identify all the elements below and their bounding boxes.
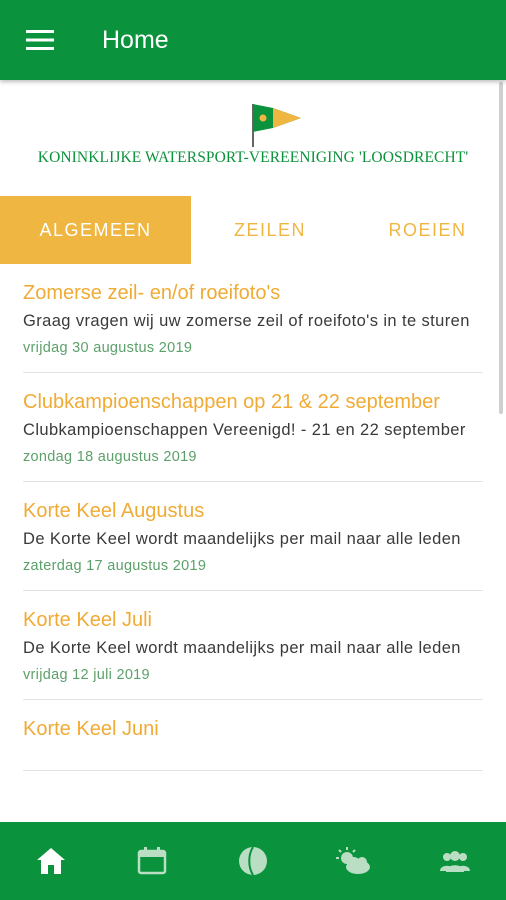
tab-zeilen[interactable]: ZEILEN bbox=[191, 196, 349, 264]
news-item[interactable]: Zomerse zeil- en/of roeifoto's Graag vra… bbox=[23, 264, 483, 373]
news-summary: De Korte Keel wordt maandelijks per mail… bbox=[23, 530, 461, 548]
tab-algemeen[interactable]: ALGEMEEN bbox=[0, 196, 191, 264]
ball-icon bbox=[238, 846, 267, 876]
main-content[interactable]: KONINKLIJKE WATERSPORT-VEREENIGING 'LOOS… bbox=[0, 80, 506, 822]
club-name: KONINKLIJKE WATERSPORT-VEREENIGING 'LOOS… bbox=[37, 149, 469, 166]
flag-logo-icon bbox=[252, 104, 301, 147]
news-date: zondag 18 augustus 2019 bbox=[23, 449, 197, 465]
category-tabs: ALGEMEEN ZEILEN ROEIEN bbox=[0, 196, 506, 264]
nav-ball-button[interactable] bbox=[223, 831, 283, 891]
home-icon bbox=[36, 848, 65, 874]
news-date: vrijdag 12 juli 2019 bbox=[23, 667, 150, 683]
menu-icon bbox=[26, 30, 54, 50]
nav-members-button[interactable] bbox=[425, 831, 485, 891]
nav-calendar-button[interactable] bbox=[122, 831, 182, 891]
news-summary: Graag vragen wij uw zomerse zeil of roei… bbox=[23, 312, 470, 330]
news-title: Korte Keel Juni bbox=[23, 718, 159, 740]
news-title: Korte Keel Augustus bbox=[23, 500, 205, 522]
nav-weather-button[interactable] bbox=[324, 831, 384, 891]
tab-roeien[interactable]: ROEIEN bbox=[349, 196, 506, 264]
bottom-navigation bbox=[0, 822, 506, 900]
news-date: vrijdag 30 augustus 2019 bbox=[23, 340, 193, 356]
weather-icon bbox=[336, 847, 371, 874]
news-title: Korte Keel Juli bbox=[23, 609, 152, 631]
news-summary: Clubkampioenschappen Vereenigd! - 21 en … bbox=[23, 421, 466, 439]
calendar-icon bbox=[137, 847, 167, 875]
news-item[interactable]: Clubkampioenschappen op 21 & 22 septembe… bbox=[23, 373, 483, 482]
news-title: Zomerse zeil- en/of roeifoto's bbox=[23, 282, 281, 304]
page-title: Home bbox=[102, 25, 169, 54]
news-item[interactable]: Korte Keel Juni bbox=[23, 700, 483, 771]
scrollbar[interactable] bbox=[499, 82, 503, 414]
news-item[interactable]: Korte Keel Juli De Korte Keel wordt maan… bbox=[23, 591, 483, 700]
news-title: Clubkampioenschappen op 21 & 22 septembe… bbox=[23, 391, 440, 413]
news-date: zaterdag 17 augustus 2019 bbox=[23, 558, 207, 574]
news-item[interactable]: Korte Keel Augustus De Korte Keel wordt … bbox=[23, 482, 483, 591]
club-logo: KONINKLIJKE WATERSPORT-VEREENIGING 'LOOS… bbox=[0, 80, 506, 196]
news-list: Zomerse zeil- en/of roeifoto's Graag vra… bbox=[0, 264, 506, 771]
menu-button[interactable] bbox=[0, 0, 80, 80]
nav-home-button[interactable] bbox=[21, 831, 81, 891]
members-icon bbox=[440, 851, 471, 872]
news-summary: De Korte Keel wordt maandelijks per mail… bbox=[23, 639, 461, 657]
app-bar: Home bbox=[0, 0, 506, 80]
